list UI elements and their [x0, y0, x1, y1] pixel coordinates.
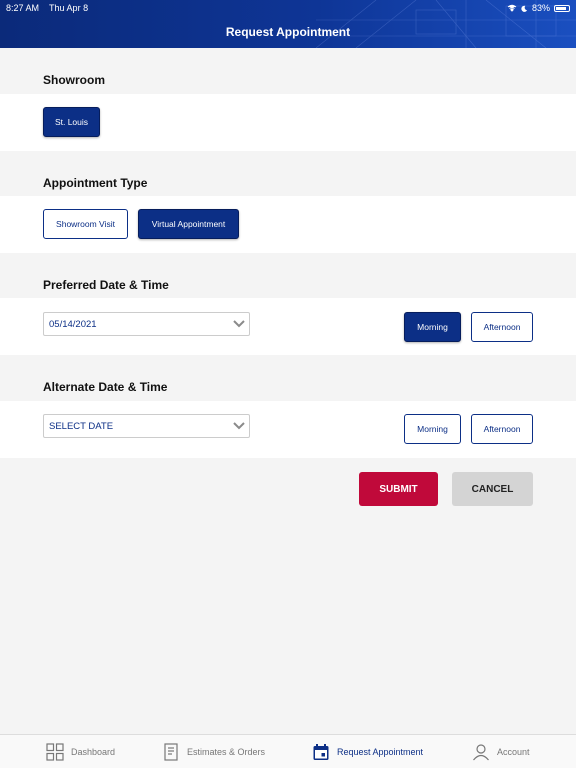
status-indicators: 83%: [507, 3, 570, 13]
tab-label: Request Appointment: [337, 747, 424, 757]
preferred-date-title: Preferred Date & Time: [43, 278, 169, 292]
tab-request-appointment[interactable]: Request Appointment: [312, 735, 423, 768]
alternate-afternoon-button[interactable]: Afternoon: [471, 414, 533, 444]
status-bar: 8:27 AM Thu Apr 8 83%: [0, 2, 576, 14]
status-time: 8:27 AM Thu Apr 8: [6, 3, 88, 13]
grid-icon: [46, 743, 64, 761]
battery-icon: [554, 4, 570, 12]
alternate-date-placeholder: SELECT DATE: [49, 420, 114, 432]
preferred-morning-button[interactable]: Morning: [404, 312, 461, 342]
chevron-down-icon: [233, 422, 245, 430]
alternate-date-title: Alternate Date & Time: [43, 380, 168, 394]
person-icon: [473, 744, 489, 761]
tab-account[interactable]: Account: [472, 735, 530, 768]
moon-icon: [521, 5, 528, 12]
wifi-icon: [507, 4, 517, 12]
virtual-appointment-button[interactable]: Virtual Appointment: [138, 209, 239, 239]
showroom-st-louis-button[interactable]: St. Louis: [43, 107, 100, 137]
tab-label: Dashboard: [71, 747, 116, 757]
tab-label: Estimates & Orders: [187, 747, 266, 757]
page-title: Request Appointment: [225, 25, 351, 39]
preferred-afternoon-button[interactable]: Afternoon: [471, 312, 533, 342]
alternate-date-select[interactable]: SELECT DATE: [43, 414, 250, 438]
tab-label: Account: [497, 747, 530, 757]
cancel-button[interactable]: CANCEL: [452, 472, 533, 506]
alternate-morning-button[interactable]: Morning: [404, 414, 461, 444]
preferred-date-value: 05/14/2021: [49, 318, 97, 330]
showroom-title: Showroom: [43, 73, 105, 87]
tab-dashboard[interactable]: Dashboard: [46, 735, 115, 768]
battery-percent: 83%: [531, 3, 550, 13]
clock-date: Thu Apr 8: [49, 3, 89, 13]
tab-estimates-orders[interactable]: Estimates & Orders: [162, 735, 265, 768]
submit-button[interactable]: SUBMIT: [359, 472, 438, 506]
chevron-down-icon: [233, 320, 245, 328]
document-icon: [164, 743, 178, 761]
calendar-icon: [313, 744, 329, 760]
showroom-visit-button[interactable]: Showroom Visit: [43, 209, 128, 239]
app-header: 8:27 AM Thu Apr 8 83% Request Appointmen…: [0, 0, 576, 48]
preferred-date-select[interactable]: 05/14/2021: [43, 312, 250, 336]
appointment-type-title: Appointment Type: [43, 176, 148, 190]
clock-time: 8:27 AM: [6, 3, 40, 13]
tab-bar: Dashboard Estimates & Orders Request App…: [0, 734, 576, 768]
